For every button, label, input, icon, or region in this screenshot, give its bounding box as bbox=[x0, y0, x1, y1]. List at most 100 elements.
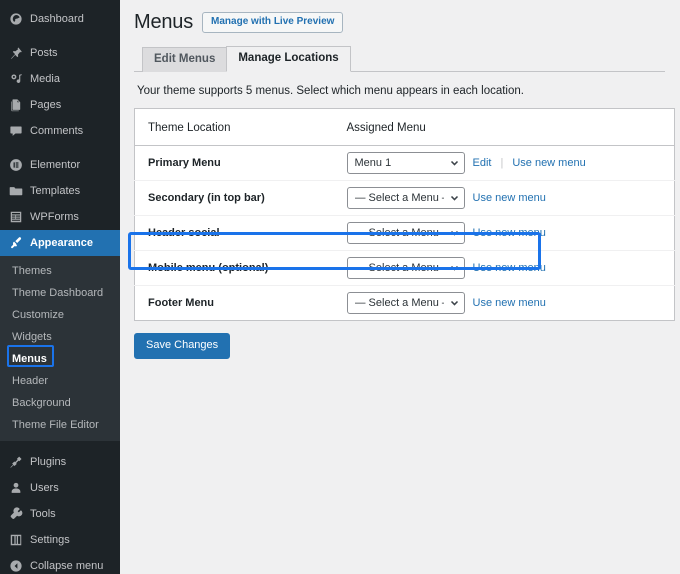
collapse-icon bbox=[7, 558, 24, 574]
location-name: Mobile menu (optional) bbox=[148, 262, 269, 274]
sidebar-item-pages[interactable]: Pages bbox=[0, 92, 120, 118]
sidebar-item-collapse-menu[interactable]: Collapse menu bbox=[0, 553, 120, 574]
sidebar-item-plugins[interactable]: Plugins bbox=[0, 449, 120, 475]
sidebar-item-posts[interactable]: Posts bbox=[0, 40, 120, 66]
submenu-item-label: Background bbox=[12, 397, 71, 409]
select-wrapper: — Select a Menu — bbox=[346, 292, 465, 314]
plug-icon bbox=[7, 454, 24, 471]
submenu-item-label: Themes bbox=[12, 265, 52, 277]
menu-locations-table: Theme Location Assigned Menu Primary Men… bbox=[134, 108, 675, 321]
assigned-menu-cell: — Select a Menu — Use new menu bbox=[346, 181, 675, 216]
select-wrapper: — Select a Menu — bbox=[346, 222, 465, 244]
paintbrush-icon bbox=[7, 235, 24, 252]
use-new-menu-link[interactable]: Use new menu bbox=[473, 297, 546, 309]
select-wrapper: — Select a Menu — bbox=[346, 257, 465, 279]
sidebar-item-label: Pages bbox=[30, 98, 62, 111]
wordpress-admin-screen: Dashboard Posts Media Pages Comments Ele… bbox=[0, 0, 680, 574]
sidebar-item-comments[interactable]: Comments bbox=[0, 118, 120, 144]
use-new-menu-link[interactable]: Use new menu bbox=[473, 227, 546, 239]
assigned-menu-select[interactable]: — Select a Menu — bbox=[346, 187, 465, 209]
location-name: Secondary (in top bar) bbox=[148, 192, 265, 204]
sidebar-item-media[interactable]: Media bbox=[0, 66, 120, 92]
sidebar-item-tools[interactable]: Tools bbox=[0, 501, 120, 527]
appearance-submenu: Themes Theme Dashboard Customize Widgets… bbox=[0, 256, 120, 441]
submenu-item-label: Theme Dashboard bbox=[12, 287, 104, 299]
submenu-item-label: Widgets bbox=[12, 331, 52, 343]
pages-icon bbox=[7, 97, 24, 114]
location-name: Primary Menu bbox=[148, 157, 221, 169]
use-new-menu-link[interactable]: Use new menu bbox=[512, 157, 585, 169]
sidebar-item-wpforms[interactable]: WPForms bbox=[0, 204, 120, 230]
sidebar-item-label: Tools bbox=[30, 507, 56, 520]
assigned-menu-cell: — Select a Menu — Use new menu bbox=[346, 216, 675, 251]
comments-icon bbox=[7, 123, 24, 140]
assigned-menu-select[interactable]: — Select a Menu — bbox=[346, 222, 465, 244]
sidebar-item-label: Media bbox=[30, 72, 60, 85]
sidebar-item-label: WPForms bbox=[30, 210, 79, 223]
location-name: Header social bbox=[148, 227, 220, 239]
assigned-menu-cell: — Select a Menu — Use new menu bbox=[346, 286, 675, 321]
assigned-menu-select[interactable]: Menu 1 bbox=[346, 152, 465, 174]
manage-with-live-preview-button[interactable]: Manage with Live Preview bbox=[202, 11, 344, 33]
submenu-item-customize[interactable]: Customize bbox=[0, 304, 120, 326]
link-separator: | bbox=[500, 157, 504, 169]
sidebar-item-label: Posts bbox=[30, 46, 58, 59]
page-header: Menus Manage with Live Preview bbox=[134, 9, 680, 35]
elementor-icon bbox=[7, 157, 24, 174]
table-row: Header social — Select a Menu — Use new … bbox=[134, 216, 675, 251]
sidebar-item-label: Templates bbox=[30, 184, 81, 197]
save-changes-button[interactable]: Save Changes bbox=[134, 333, 231, 359]
sidebar-item-templates[interactable]: Templates bbox=[0, 178, 120, 204]
table-header-row: Theme Location Assigned Menu bbox=[134, 109, 675, 146]
wpforms-icon bbox=[7, 209, 24, 226]
admin-sidebar: Dashboard Posts Media Pages Comments Ele… bbox=[0, 0, 120, 574]
use-new-menu-link[interactable]: Use new menu bbox=[473, 262, 546, 274]
table-row: Mobile menu (optional) — Select a Menu —… bbox=[134, 251, 675, 286]
dashboard-icon bbox=[7, 11, 24, 28]
assigned-menu-cell: Menu 1 Edit | Use new menu bbox=[346, 146, 675, 181]
sidebar-item-label: Dashboard bbox=[30, 12, 84, 25]
submenu-item-themes[interactable]: Themes bbox=[0, 260, 120, 282]
user-icon bbox=[7, 480, 24, 497]
intro-text: Your theme supports 5 menus. Select whic… bbox=[137, 85, 524, 97]
submenu-item-widgets[interactable]: Widgets bbox=[0, 326, 120, 348]
column-header-assigned-menu: Assigned Menu bbox=[346, 122, 426, 134]
submenu-item-theme-dashboard[interactable]: Theme Dashboard bbox=[0, 282, 120, 304]
media-icon bbox=[7, 71, 24, 88]
sidebar-item-label: Appearance bbox=[30, 236, 93, 249]
submenu-item-label: Header bbox=[12, 375, 49, 387]
sidebar-item-users[interactable]: Users bbox=[0, 475, 120, 501]
sidebar-item-dashboard[interactable]: Dashboard bbox=[0, 6, 120, 32]
tab-edit-menus[interactable]: Edit Menus bbox=[142, 47, 228, 72]
sidebar-item-elementor[interactable]: Elementor bbox=[0, 152, 120, 178]
submenu-item-label: Theme File Editor bbox=[12, 419, 99, 431]
assigned-menu-select[interactable]: — Select a Menu — bbox=[346, 292, 465, 314]
submenu-item-theme-file-editor[interactable]: Theme File Editor bbox=[0, 414, 120, 436]
settings-icon bbox=[7, 532, 24, 549]
tab-manage-locations[interactable]: Manage Locations bbox=[226, 46, 351, 72]
page-title: Menus bbox=[134, 11, 194, 33]
table-row: Secondary (in top bar) — Select a Menu —… bbox=[134, 181, 675, 216]
sidebar-item-label: Settings bbox=[30, 533, 70, 546]
edit-link[interactable]: Edit bbox=[473, 157, 492, 169]
table-row: Primary Menu Menu 1 Edit | Use new menu bbox=[134, 146, 675, 181]
sidebar-item-appearance[interactable]: Appearance bbox=[0, 230, 120, 256]
submenu-item-header[interactable]: Header bbox=[0, 370, 120, 392]
assigned-menu-select[interactable]: — Select a Menu — bbox=[346, 257, 465, 279]
use-new-menu-link[interactable]: Use new menu bbox=[473, 192, 546, 204]
submenu-item-menus[interactable]: Menus bbox=[0, 345, 120, 370]
table-row: Footer Menu — Select a Menu — Use new me… bbox=[135, 286, 675, 321]
column-header-theme-location: Theme Location bbox=[148, 122, 231, 134]
sidebar-item-settings[interactable]: Settings bbox=[0, 527, 120, 553]
submenu-item-label: Customize bbox=[12, 309, 64, 321]
sidebar-item-label: Comments bbox=[30, 124, 84, 137]
select-wrapper: Menu 1 bbox=[346, 152, 465, 174]
submenu-item-background[interactable]: Background bbox=[0, 392, 120, 414]
folder-icon bbox=[7, 183, 24, 200]
pin-icon bbox=[7, 45, 24, 62]
sidebar-item-label: Collapse menu bbox=[30, 559, 104, 572]
location-name: Footer Menu bbox=[148, 297, 214, 309]
